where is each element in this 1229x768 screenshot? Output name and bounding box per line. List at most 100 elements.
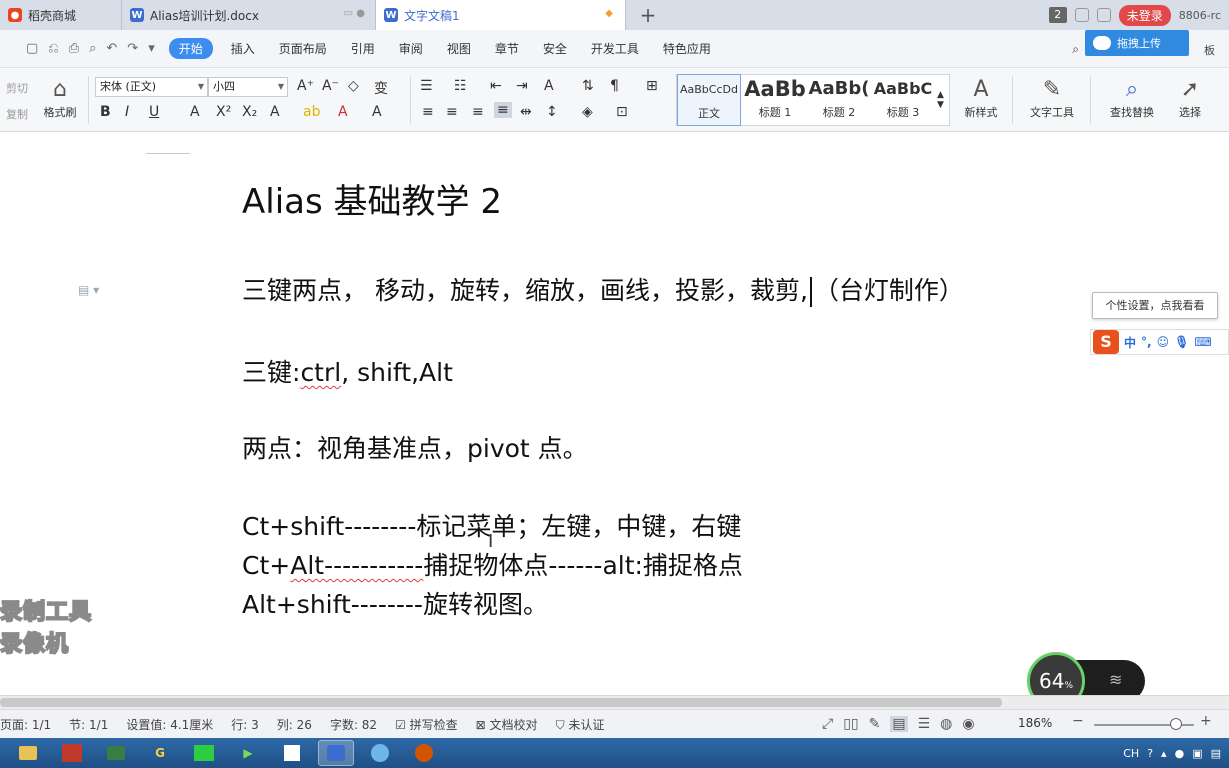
outline-view-icon[interactable]: ☰	[918, 716, 931, 732]
reading-mode-icon[interactable]: ▯▯	[843, 716, 858, 732]
style-normal[interactable]: AaBbCcDd 正文	[677, 74, 741, 126]
ime-language-indicator[interactable]: CH	[1123, 747, 1139, 760]
print-icon[interactable]: ⎙	[69, 41, 79, 56]
align-center-icon[interactable]: ≡	[446, 104, 458, 120]
new-style-button[interactable]: A 新样式	[954, 76, 1008, 120]
app-wps-writer-icon[interactable]	[318, 740, 354, 766]
menu-item-page-layout[interactable]: 页面布局	[267, 40, 339, 57]
app-player-icon[interactable]: ▶	[230, 740, 266, 766]
copy-button[interactable]: 复制	[6, 106, 28, 122]
border-icon[interactable]: ⊡	[616, 104, 628, 120]
customize-chevron-down-icon[interactable]: ▾	[148, 41, 155, 56]
export-icon[interactable]: ⎌	[48, 41, 58, 56]
italic-icon[interactable]: I	[125, 104, 129, 120]
save-icon[interactable]: ▢	[26, 41, 38, 56]
feedback-icon[interactable]	[1096, 8, 1111, 22]
strikethrough-icon[interactable]: A	[190, 104, 200, 120]
zoom-out-button[interactable]: −	[1072, 713, 1084, 729]
sort-icon[interactable]: ⇅	[582, 78, 594, 94]
app-autodesk-icon[interactable]	[54, 740, 90, 766]
show-marks-icon[interactable]: ¶	[610, 78, 619, 94]
app-iqiyi-icon[interactable]	[186, 740, 222, 766]
font-size-select[interactable]: 小四 ▼	[208, 77, 288, 97]
superscript-icon[interactable]: X²	[216, 104, 231, 120]
fullscreen-icon[interactable]: ⤢	[822, 716, 833, 732]
pinyin-icon[interactable]: 变	[374, 78, 388, 98]
antivirus-icon[interactable]: ●	[1175, 747, 1185, 760]
search-icon[interactable]: ⌕	[1072, 42, 1079, 57]
scrollbar-thumb[interactable]	[0, 698, 1002, 707]
ime-tooltip[interactable]: 个性设置，点我看看	[1092, 292, 1218, 319]
clear-format-icon[interactable]: ◇	[348, 78, 359, 94]
menu-item-chapter[interactable]: 章节	[483, 40, 531, 57]
char-shading-icon[interactable]: A	[372, 104, 382, 120]
format-painter-button[interactable]: ⌂ 格式刷	[40, 76, 80, 120]
underline-icon[interactable]: U	[149, 104, 159, 120]
horizontal-scrollbar[interactable]	[0, 695, 1229, 709]
undo-icon[interactable]: ↶	[106, 41, 117, 56]
menu-item-special[interactable]: 特色应用	[651, 40, 723, 57]
page-view-icon[interactable]: ▤	[890, 716, 908, 732]
app-monitor-icon[interactable]	[98, 740, 134, 766]
justify-icon[interactable]: ≡	[494, 102, 512, 118]
web-view-icon[interactable]: ◍	[940, 716, 952, 732]
menu-item-home[interactable]: 开始	[168, 38, 213, 59]
paragraph-menu-icon[interactable]: ▤ ▾	[78, 283, 99, 297]
ime-mode-toggle[interactable]: 中	[1124, 334, 1136, 351]
new-tab-button[interactable]: +	[626, 0, 670, 30]
align-left-icon[interactable]: ≡	[422, 104, 434, 120]
eye-protect-icon[interactable]: ◉	[962, 716, 974, 732]
doc-title[interactable]: Alias 基础教学 2	[242, 174, 502, 223]
font-color-icon[interactable]: A	[338, 104, 348, 120]
status-page[interactable]: 页面: 1/1	[0, 716, 51, 733]
app-calendar-icon[interactable]	[274, 740, 310, 766]
window-count-badge[interactable]: 2	[1048, 7, 1067, 23]
text-effect-icon[interactable]: A	[270, 104, 280, 120]
menu-item-review[interactable]: 审阅	[387, 40, 435, 57]
style-heading1[interactable]: AaBb 标题 1	[743, 74, 807, 126]
table-layout-icon[interactable]: ⊞	[646, 78, 658, 94]
app-recorder-icon[interactable]	[406, 740, 442, 766]
proofread-button[interactable]: ⊠ 文档校对	[476, 716, 538, 733]
zoom-level[interactable]: 186%	[1018, 716, 1052, 730]
tab-alias-plan[interactable]: W Alias培训计划.docx ▭ ●	[122, 0, 376, 30]
align-right-icon[interactable]: ≡	[472, 104, 484, 120]
emoji-icon[interactable]: ☺	[1157, 335, 1170, 349]
status-wordcount[interactable]: 字数: 82	[330, 716, 377, 733]
increase-indent-icon[interactable]: ⇥	[516, 78, 528, 94]
keyboard-icon[interactable]: ⌨	[1194, 335, 1211, 349]
menu-item-security[interactable]: 安全	[531, 40, 579, 57]
app-network-icon[interactable]	[362, 740, 398, 766]
zoom-slider-knob[interactable]	[1170, 718, 1182, 730]
doc-line-6[interactable]: Alt+shift--------旋转视图。	[242, 585, 548, 621]
grow-font-icon[interactable]: A⁺	[297, 78, 314, 94]
tray-expand-icon[interactable]: ▴	[1161, 747, 1167, 760]
skin-icon[interactable]	[1074, 8, 1089, 22]
spellcheck-button[interactable]: ☑ 拼写检查	[395, 716, 458, 733]
upload-button[interactable]: 拖拽上传	[1085, 30, 1189, 56]
doc-line-1[interactable]: 三键两点， 移动，旋转，缩放，画线，投影，裁剪, （台灯制作）	[242, 271, 964, 307]
font-name-select[interactable]: 宋体 (正文) ▼	[95, 77, 208, 97]
cut-button[interactable]: 剪切	[6, 80, 28, 96]
doc-line-3[interactable]: 两点：视角基准点，pivot 点。	[242, 429, 588, 465]
redo-icon[interactable]: ↷	[127, 41, 138, 56]
bold-icon[interactable]: B	[100, 104, 111, 120]
app-browser-icon[interactable]: G	[142, 740, 178, 766]
menu-item-references[interactable]: 引用	[339, 40, 387, 57]
ime-punct-toggle[interactable]: °,	[1141, 335, 1152, 349]
subscript-icon[interactable]: X₂	[242, 104, 257, 120]
style-heading3[interactable]: AaBbC 标题 3	[871, 74, 935, 126]
select-button[interactable]: ➚ 选择	[1168, 76, 1212, 120]
cert-button[interactable]: ⛉ 未认证	[556, 716, 605, 733]
help-icon[interactable]: ?	[1147, 747, 1153, 760]
style-heading2[interactable]: AaBb( 标题 2	[807, 74, 871, 126]
network-tray-icon[interactable]: ▤	[1211, 747, 1221, 760]
file-explorer-icon[interactable]	[10, 740, 46, 766]
preview-icon[interactable]: ⌕	[89, 41, 96, 56]
tab-close-icon[interactable]: ▭ ●	[344, 8, 365, 19]
login-button[interactable]: 未登录	[1118, 4, 1171, 26]
menu-item-view[interactable]: 视图	[435, 40, 483, 57]
document-area[interactable]: ▤ ▾ Alias 基础教学 2 三键两点， 移动，旋转，缩放，画线，投影，裁剪…	[0, 133, 1229, 695]
chinese-layout-icon[interactable]: A	[544, 78, 554, 94]
device-icon[interactable]: ▣	[1192, 747, 1202, 760]
